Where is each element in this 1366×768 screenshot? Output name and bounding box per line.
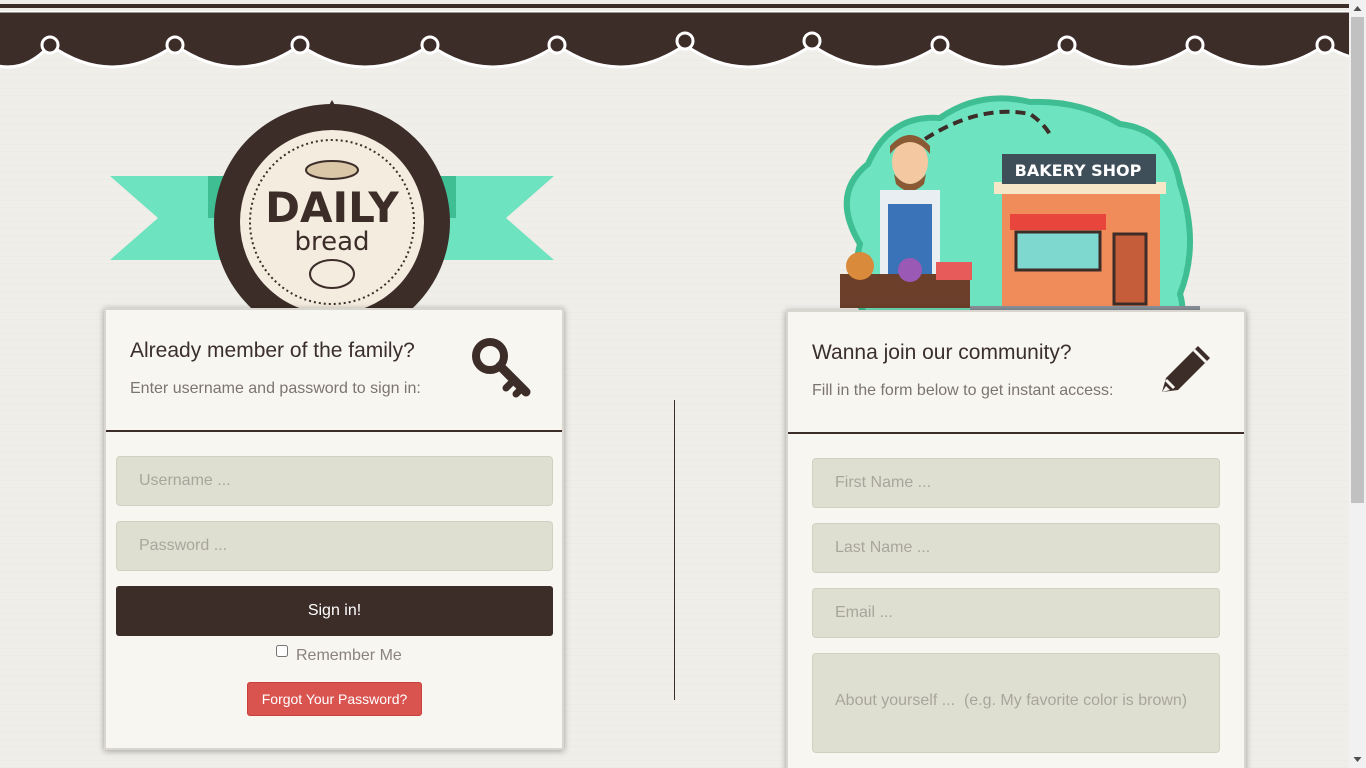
vertical-scrollbar[interactable] (1349, 0, 1366, 768)
key-icon (472, 338, 531, 398)
about-textarea[interactable] (812, 653, 1220, 753)
signup-subtitle: Fill in the form below to get instant ac… (812, 382, 1114, 399)
signup-panel: Wanna join our community? Fill in the fo… (786, 310, 1246, 768)
scroll-down-arrow-icon[interactable] (1349, 751, 1366, 768)
email-input[interactable] (812, 588, 1220, 638)
bakery-shop-sign: BAKERY SHOP (1015, 161, 1142, 180)
login-panel: Already member of the family? Enter user… (104, 308, 564, 750)
scallop-banner (0, 11, 1349, 69)
bakery-shop-illustration: BAKERY SHOP (840, 95, 1200, 334)
login-subtitle: Enter username and password to sign in: (130, 380, 421, 397)
signup-title: Wanna join our community? (812, 341, 1072, 364)
logo-word-daily: DAILY (265, 183, 399, 232)
remember-me[interactable]: Remember Me (276, 645, 402, 665)
last-name-input[interactable] (812, 523, 1220, 573)
panel-divider (674, 400, 675, 700)
top-line (0, 4, 1349, 8)
scroll-up-arrow-icon[interactable] (1349, 0, 1366, 17)
daily-bread-logo: DAILY bread (110, 100, 554, 340)
sign-in-button[interactable]: Sign in! (116, 586, 553, 636)
login-panel-header: Already member of the family? Enter user… (106, 310, 562, 432)
pencil-icon (1162, 346, 1210, 392)
remember-me-label: Remember Me (296, 647, 402, 664)
signup-panel-header: Wanna join our community? Fill in the fo… (788, 312, 1244, 434)
first-name-input[interactable] (812, 458, 1220, 508)
login-title: Already member of the family? (130, 339, 415, 362)
logo-word-bread: bread (294, 227, 369, 257)
remember-me-checkbox[interactable] (276, 645, 288, 657)
scrollbar-thumb[interactable] (1351, 17, 1364, 503)
password-input[interactable] (116, 521, 553, 571)
username-input[interactable] (116, 456, 553, 506)
forgot-password-button[interactable]: Forgot Your Password? (247, 682, 422, 716)
